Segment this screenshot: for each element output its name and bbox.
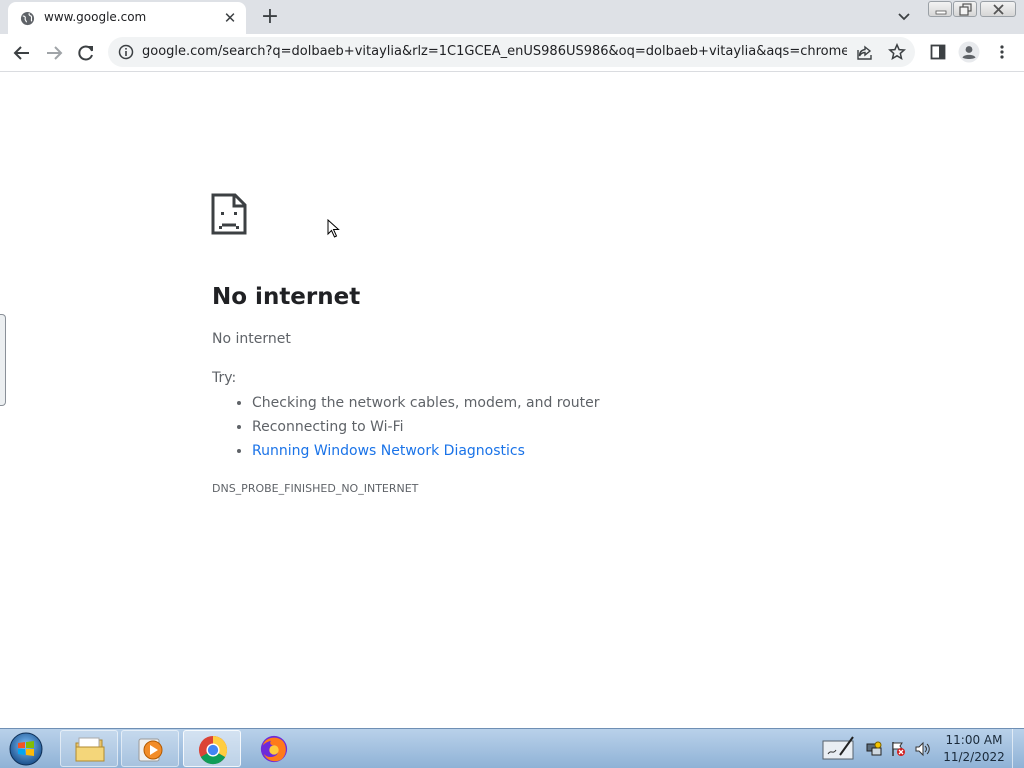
tab-close-icon[interactable]: ✕ xyxy=(222,10,238,26)
restore-button[interactable] xyxy=(953,1,977,17)
folder-icon xyxy=(75,737,105,762)
error-code: DNS_PROBE_FINISHED_NO_INTERNET xyxy=(212,482,419,495)
tab-search-chevron-icon[interactable] xyxy=(894,9,914,25)
new-tab-button[interactable]: + xyxy=(259,6,281,28)
network-diagnostics-link[interactable]: Running Windows Network Diagnostics xyxy=(252,443,525,459)
info-icon[interactable] xyxy=(118,44,134,60)
suggestions-list: Checking the network cables, modem, and … xyxy=(212,391,600,463)
side-panel-handle[interactable] xyxy=(0,314,6,406)
suggestion-text: Reconnecting to Wi-Fi xyxy=(252,419,404,435)
suggestion-text: Checking the network cables, modem, and … xyxy=(252,395,600,411)
back-arrow-icon[interactable] xyxy=(11,42,33,64)
forward-arrow-icon[interactable] xyxy=(43,42,65,64)
suggestion-item: Reconnecting to Wi-Fi xyxy=(252,415,600,439)
taskbar-media-player-button[interactable] xyxy=(121,730,179,767)
try-label: Try: xyxy=(212,370,237,386)
tab-strip: www.google.com ✕ + xyxy=(0,0,1024,34)
taskbar-firefox-button[interactable] xyxy=(245,730,303,767)
volume-icon[interactable] xyxy=(914,741,932,757)
firefox-icon xyxy=(260,735,288,763)
globe-icon xyxy=(20,11,35,26)
show-desktop-button[interactable] xyxy=(1012,729,1024,768)
suggestion-item: Running Windows Network Diagnostics xyxy=(252,439,600,463)
media-player-icon xyxy=(138,738,163,762)
mouse-cursor-icon xyxy=(327,219,340,238)
taskbar-chrome-button[interactable] xyxy=(183,730,241,767)
network-icon[interactable] xyxy=(866,741,882,757)
close-window-button[interactable] xyxy=(980,1,1016,17)
chrome-icon xyxy=(198,735,228,765)
side-panel-icon[interactable] xyxy=(930,44,946,60)
browser-tab[interactable]: www.google.com ✕ xyxy=(8,2,246,34)
clock-time[interactable]: 11:00 AM xyxy=(940,733,1008,747)
profile-icon[interactable] xyxy=(958,41,980,63)
url-text[interactable]: google.com/search?q=dolbaeb+vitaylia&rlz… xyxy=(142,44,847,59)
error-subtitle: No internet xyxy=(212,331,291,347)
tab-title: www.google.com xyxy=(44,10,147,24)
menu-dots-icon[interactable] xyxy=(994,44,1010,60)
action-center-flag-icon[interactable] xyxy=(890,741,906,757)
sad-page-icon xyxy=(211,193,247,235)
share-icon[interactable] xyxy=(856,44,873,61)
error-title: No internet xyxy=(212,284,361,310)
minimize-button[interactable] xyxy=(928,1,952,17)
page-content: No internet No internet Try: Checking th… xyxy=(0,72,1024,728)
taskbar-explorer-button[interactable] xyxy=(60,730,118,767)
clock-date[interactable]: 11/2/2022 xyxy=(940,750,1008,764)
reload-icon[interactable] xyxy=(75,42,97,64)
suggestion-item: Checking the network cables, modem, and … xyxy=(252,391,600,415)
address-bar[interactable]: google.com/search?q=dolbaeb+vitaylia&rlz… xyxy=(108,37,915,67)
browser-toolbar: google.com/search?q=dolbaeb+vitaylia&rlz… xyxy=(0,34,1024,72)
star-icon[interactable] xyxy=(888,43,906,61)
tablet-input-icon[interactable] xyxy=(822,735,856,761)
windows-start-icon[interactable] xyxy=(6,731,46,767)
taskbar: 11:00 AM 11/2/2022 xyxy=(0,728,1024,768)
